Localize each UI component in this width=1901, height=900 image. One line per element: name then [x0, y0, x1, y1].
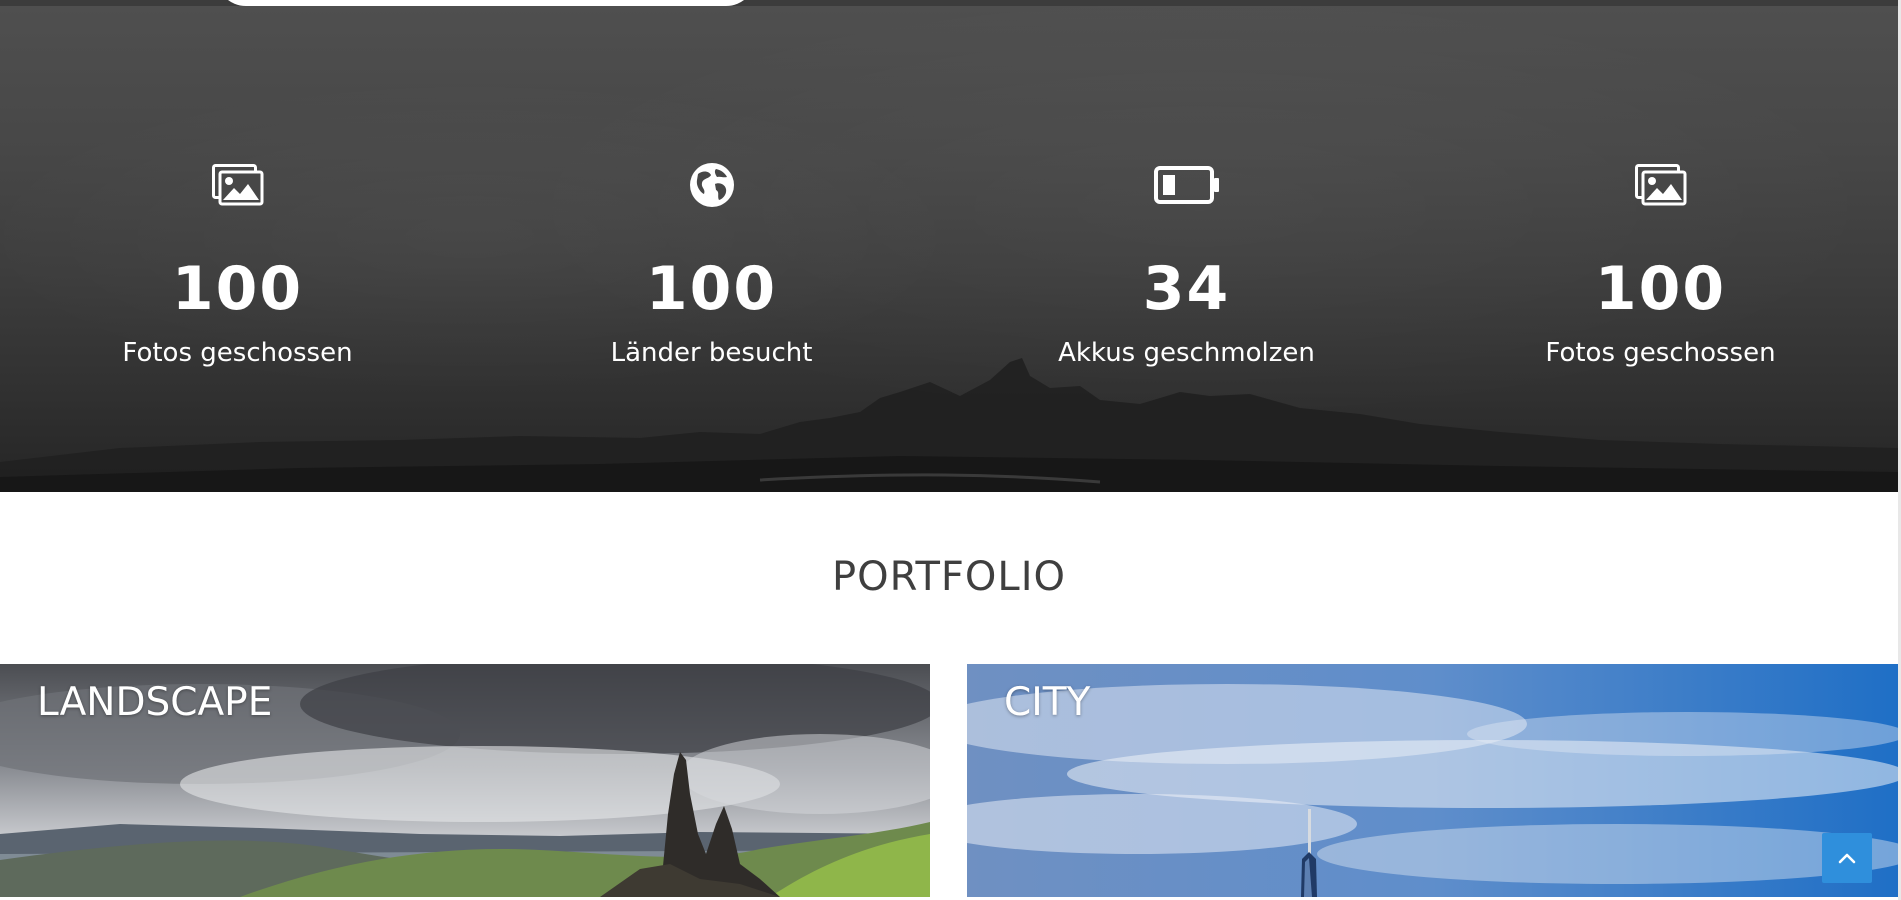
- image-icon: [0, 162, 475, 208]
- stat-photos-2: 100 Fotos geschossen: [1423, 6, 1898, 492]
- portfolio-card-city[interactable]: CITY: [967, 664, 1898, 897]
- stat-label: Fotos geschossen: [1545, 338, 1776, 368]
- stat-batteries: 34 Akkus geschmolzen: [949, 6, 1424, 492]
- stat-value: 100: [645, 254, 778, 324]
- stat-value: 100: [1594, 254, 1727, 324]
- stat-countries: 100 Länder besucht: [474, 6, 949, 492]
- battery-low-icon: [949, 162, 1424, 208]
- portfolio-heading: PORTFOLIO: [832, 554, 1066, 600]
- card-title: LANDSCAPE: [37, 680, 273, 725]
- stat-value: 100: [171, 254, 304, 324]
- stat-label: Länder besucht: [610, 338, 813, 368]
- portfolio-card-landscape[interactable]: LANDSCAPE: [0, 664, 930, 897]
- stat-label: Fotos geschossen: [122, 338, 353, 368]
- card-title: CITY: [1004, 680, 1091, 725]
- stats-section: 100 Fotos geschossen 100 Länder besucht …: [0, 6, 1898, 492]
- stat-photos: 100 Fotos geschossen: [0, 6, 475, 492]
- back-to-top-button[interactable]: [1822, 833, 1872, 883]
- city-photo: [967, 664, 1898, 897]
- image-icon: [1423, 162, 1898, 208]
- stat-label: Akkus geschmolzen: [1058, 338, 1315, 368]
- chevron-up-icon: [1838, 853, 1856, 864]
- stat-value: 34: [1142, 254, 1231, 324]
- globe-icon: [474, 162, 949, 208]
